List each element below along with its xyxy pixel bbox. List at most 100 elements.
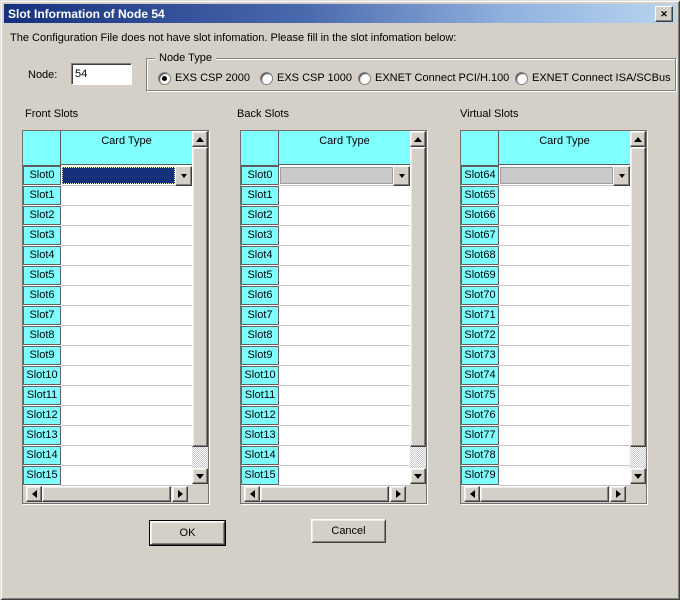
card-type-cell[interactable] xyxy=(499,166,630,186)
row-header-cell[interactable]: Slot78 xyxy=(461,446,499,465)
vertical-scroll-thumb[interactable] xyxy=(192,147,208,447)
row-header-cell[interactable]: Slot1 xyxy=(241,186,279,205)
card-type-cell[interactable] xyxy=(279,206,410,226)
card-type-cell[interactable] xyxy=(499,446,630,466)
card-type-cell[interactable] xyxy=(61,206,192,226)
scroll-down-button[interactable] xyxy=(410,468,426,484)
row-header-cell[interactable]: Slot10 xyxy=(241,366,279,385)
scroll-up-button[interactable] xyxy=(410,131,426,147)
row-header-cell[interactable]: Slot73 xyxy=(461,346,499,365)
scroll-left-button[interactable] xyxy=(464,486,480,502)
card-type-cell[interactable] xyxy=(61,326,192,346)
card-type-cell[interactable] xyxy=(61,226,192,246)
card-type-cell[interactable] xyxy=(499,226,630,246)
card-type-cell[interactable] xyxy=(61,286,192,306)
vertical-scrollbar[interactable] xyxy=(630,131,646,484)
row-header-cell[interactable]: Slot10 xyxy=(23,366,61,385)
row-header-cell[interactable]: Slot65 xyxy=(461,186,499,205)
row-header-cell[interactable]: Slot8 xyxy=(241,326,279,345)
radio-exs-csp-1000-icon[interactable] xyxy=(260,72,273,85)
row-header-cell[interactable]: Slot66 xyxy=(461,206,499,225)
radio-exs-csp-2000-label[interactable]: EXS CSP 2000 xyxy=(175,72,250,84)
card-type-cell[interactable] xyxy=(279,306,410,326)
card-type-cell[interactable] xyxy=(279,326,410,346)
row-header-cell[interactable]: Slot15 xyxy=(241,466,279,485)
card-type-cell[interactable] xyxy=(279,186,410,206)
card-type-cell[interactable] xyxy=(499,346,630,366)
card-type-cell[interactable] xyxy=(61,166,192,186)
selected-card-type-cell[interactable] xyxy=(500,167,613,184)
card-type-cell[interactable] xyxy=(279,446,410,466)
card-type-column-header[interactable]: Card Type xyxy=(61,131,192,165)
row-header-cell[interactable]: Slot76 xyxy=(461,406,499,425)
selected-card-type-cell[interactable] xyxy=(62,167,175,184)
scroll-down-button[interactable] xyxy=(192,468,208,484)
radio-exs-csp-2000-icon[interactable] xyxy=(158,72,171,85)
card-type-cell[interactable] xyxy=(61,266,192,286)
card-type-cell[interactable] xyxy=(61,306,192,326)
row-header-cell[interactable]: Slot5 xyxy=(23,266,61,285)
scroll-down-button[interactable] xyxy=(630,468,646,484)
card-type-cell[interactable] xyxy=(61,466,192,486)
card-type-cell[interactable] xyxy=(279,226,410,246)
card-type-cell[interactable] xyxy=(61,186,192,206)
row-header-cell[interactable]: Slot69 xyxy=(461,266,499,285)
card-type-cell[interactable] xyxy=(61,246,192,266)
row-header-cell[interactable]: Slot67 xyxy=(461,226,499,245)
card-type-column-header[interactable]: Card Type xyxy=(279,131,410,165)
card-type-cell[interactable] xyxy=(279,286,410,306)
horizontal-scroll-thumb[interactable] xyxy=(42,486,171,502)
card-type-cell[interactable] xyxy=(499,266,630,286)
card-type-cell[interactable] xyxy=(499,406,630,426)
card-type-cell[interactable] xyxy=(279,406,410,426)
card-type-cell[interactable] xyxy=(61,346,192,366)
dropdown-button[interactable] xyxy=(175,166,192,186)
row-header-cell[interactable]: Slot4 xyxy=(23,246,61,265)
row-header-cell[interactable]: Slot9 xyxy=(23,346,61,365)
scroll-up-button[interactable] xyxy=(192,131,208,147)
ok-button[interactable]: OK xyxy=(150,521,225,545)
card-type-cell[interactable] xyxy=(61,366,192,386)
vertical-scrollbar[interactable] xyxy=(410,131,426,484)
row-header-cell[interactable]: Slot15 xyxy=(23,466,61,485)
card-type-cell[interactable] xyxy=(61,406,192,426)
card-type-cell[interactable] xyxy=(279,386,410,406)
scroll-left-button[interactable] xyxy=(244,486,260,502)
close-button[interactable]: ✕ xyxy=(655,6,673,22)
card-type-column-header[interactable]: Card Type xyxy=(499,131,630,165)
row-header-cell[interactable]: Slot79 xyxy=(461,466,499,485)
scroll-left-button[interactable] xyxy=(26,486,42,502)
vertical-scroll-thumb[interactable] xyxy=(630,147,646,447)
row-header-cell[interactable]: Slot11 xyxy=(23,386,61,405)
card-type-cell[interactable] xyxy=(279,346,410,366)
row-header-cell[interactable]: Slot0 xyxy=(241,166,279,185)
card-type-cell[interactable] xyxy=(279,366,410,386)
vertical-scrollbar[interactable] xyxy=(192,131,208,484)
row-header-cell[interactable]: Slot13 xyxy=(23,426,61,445)
row-header-cell[interactable]: Slot14 xyxy=(241,446,279,465)
row-header-cell[interactable]: Slot4 xyxy=(241,246,279,265)
horizontal-scroll-thumb[interactable] xyxy=(260,486,389,502)
card-type-cell[interactable] xyxy=(279,166,410,186)
selected-card-type-cell[interactable] xyxy=(280,167,393,184)
card-type-cell[interactable] xyxy=(61,386,192,406)
radio-exnet-pci-icon[interactable] xyxy=(358,72,371,85)
row-header-cell[interactable]: Slot14 xyxy=(23,446,61,465)
row-header-cell[interactable]: Slot2 xyxy=(241,206,279,225)
node-input[interactable] xyxy=(71,63,132,85)
card-type-cell[interactable] xyxy=(499,426,630,446)
row-header-cell[interactable]: Slot7 xyxy=(241,306,279,325)
card-type-cell[interactable] xyxy=(279,426,410,446)
row-header-cell[interactable]: Slot2 xyxy=(23,206,61,225)
row-header-cell[interactable]: Slot70 xyxy=(461,286,499,305)
row-header-cell[interactable]: Slot0 xyxy=(23,166,61,185)
card-type-cell[interactable] xyxy=(499,386,630,406)
radio-exnet-isa-icon[interactable] xyxy=(515,72,528,85)
row-header-cell[interactable]: Slot9 xyxy=(241,346,279,365)
row-header-cell[interactable]: Slot12 xyxy=(23,406,61,425)
scroll-right-button[interactable] xyxy=(390,486,406,502)
horizontal-scrollbar[interactable] xyxy=(244,486,406,502)
row-header-cell[interactable]: Slot11 xyxy=(241,386,279,405)
scroll-up-button[interactable] xyxy=(630,131,646,147)
row-header-cell[interactable]: Slot6 xyxy=(241,286,279,305)
